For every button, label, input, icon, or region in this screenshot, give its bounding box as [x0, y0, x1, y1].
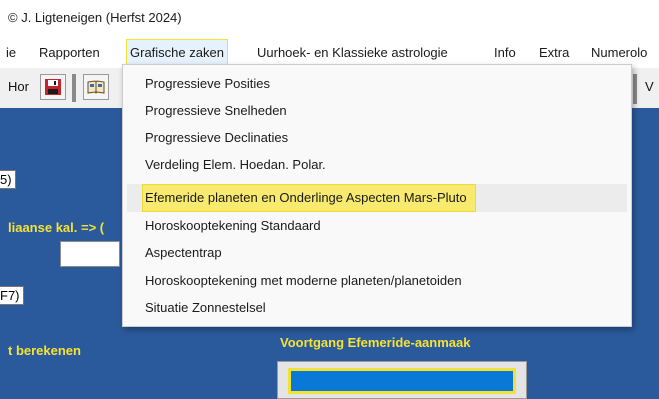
- toolbar-separator: [72, 74, 76, 102]
- menu-option-horoskooptekening-modern[interactable]: Horoskooptekening met moderne planeten/p…: [145, 268, 462, 294]
- menu-item-grafische-zaken-label: Grafische zaken: [130, 45, 224, 60]
- menu-item-uurhoek[interactable]: Uurhoek- en Klassieke astrologie: [257, 45, 448, 60]
- menu-option-progressieve-snelheden[interactable]: Progressieve Snelheden: [145, 98, 287, 124]
- menu-option-aspectentrap[interactable]: Aspectentrap: [145, 240, 222, 266]
- menu-option-verdeling-elem[interactable]: Verdeling Elem. Hoedan. Polar.: [145, 152, 326, 178]
- progress-bar: [288, 368, 516, 394]
- julian-date-input[interactable]: [60, 241, 120, 267]
- title-bar: © J. Ligteneigen (Herfst 2024): [0, 0, 659, 36]
- menu-item-info[interactable]: Info: [494, 45, 516, 60]
- menu-option-horoskooptekening-standaard[interactable]: Horoskooptekening Standaard: [145, 213, 321, 239]
- menu-option-progressieve-posities[interactable]: Progressieve Posities: [145, 71, 270, 97]
- progress-title: Voortgang Efemeride-aanmaak: [280, 335, 471, 350]
- menu-item-grafische-zaken[interactable]: Grafische zaken: [126, 39, 228, 68]
- window-title: © J. Ligteneigen (Herfst 2024): [8, 10, 182, 25]
- julian-calendar-label: liaanse kal. => (: [8, 220, 105, 235]
- menu-item-numerologie[interactable]: Numerolo: [591, 45, 647, 60]
- side-field-1[interactable]: 5): [0, 170, 16, 189]
- book-button[interactable]: [83, 74, 109, 100]
- menu-option-efemeride-planeten[interactable]: Efemeride planeten en Onderlinge Aspecte…: [143, 185, 475, 211]
- menu-option-progressieve-declinaties[interactable]: Progressieve Declinaties: [145, 125, 288, 151]
- menu-item-extra[interactable]: Extra: [539, 45, 569, 60]
- menu-option-situatie-zonnestelsel[interactable]: Situatie Zonnestelsel: [145, 295, 266, 321]
- save-button[interactable]: [40, 74, 66, 100]
- toolbar-separator-right: [633, 74, 637, 104]
- calculate-label: t berekenen: [8, 343, 81, 358]
- toolbar-right-label[interactable]: V: [645, 79, 654, 94]
- toolbar-hor-label[interactable]: Hor: [8, 79, 29, 94]
- book-icon: [87, 80, 105, 94]
- floppy-disk-icon: [45, 79, 61, 95]
- progress-frame: [277, 361, 527, 399]
- side-field-2[interactable]: F7): [0, 286, 24, 305]
- menu-item-ie[interactable]: ie: [6, 45, 16, 60]
- menu-item-rapporten[interactable]: Rapporten: [39, 45, 100, 60]
- grafische-zaken-dropdown: Progressieve Posities Progressieve Snelh…: [122, 64, 632, 327]
